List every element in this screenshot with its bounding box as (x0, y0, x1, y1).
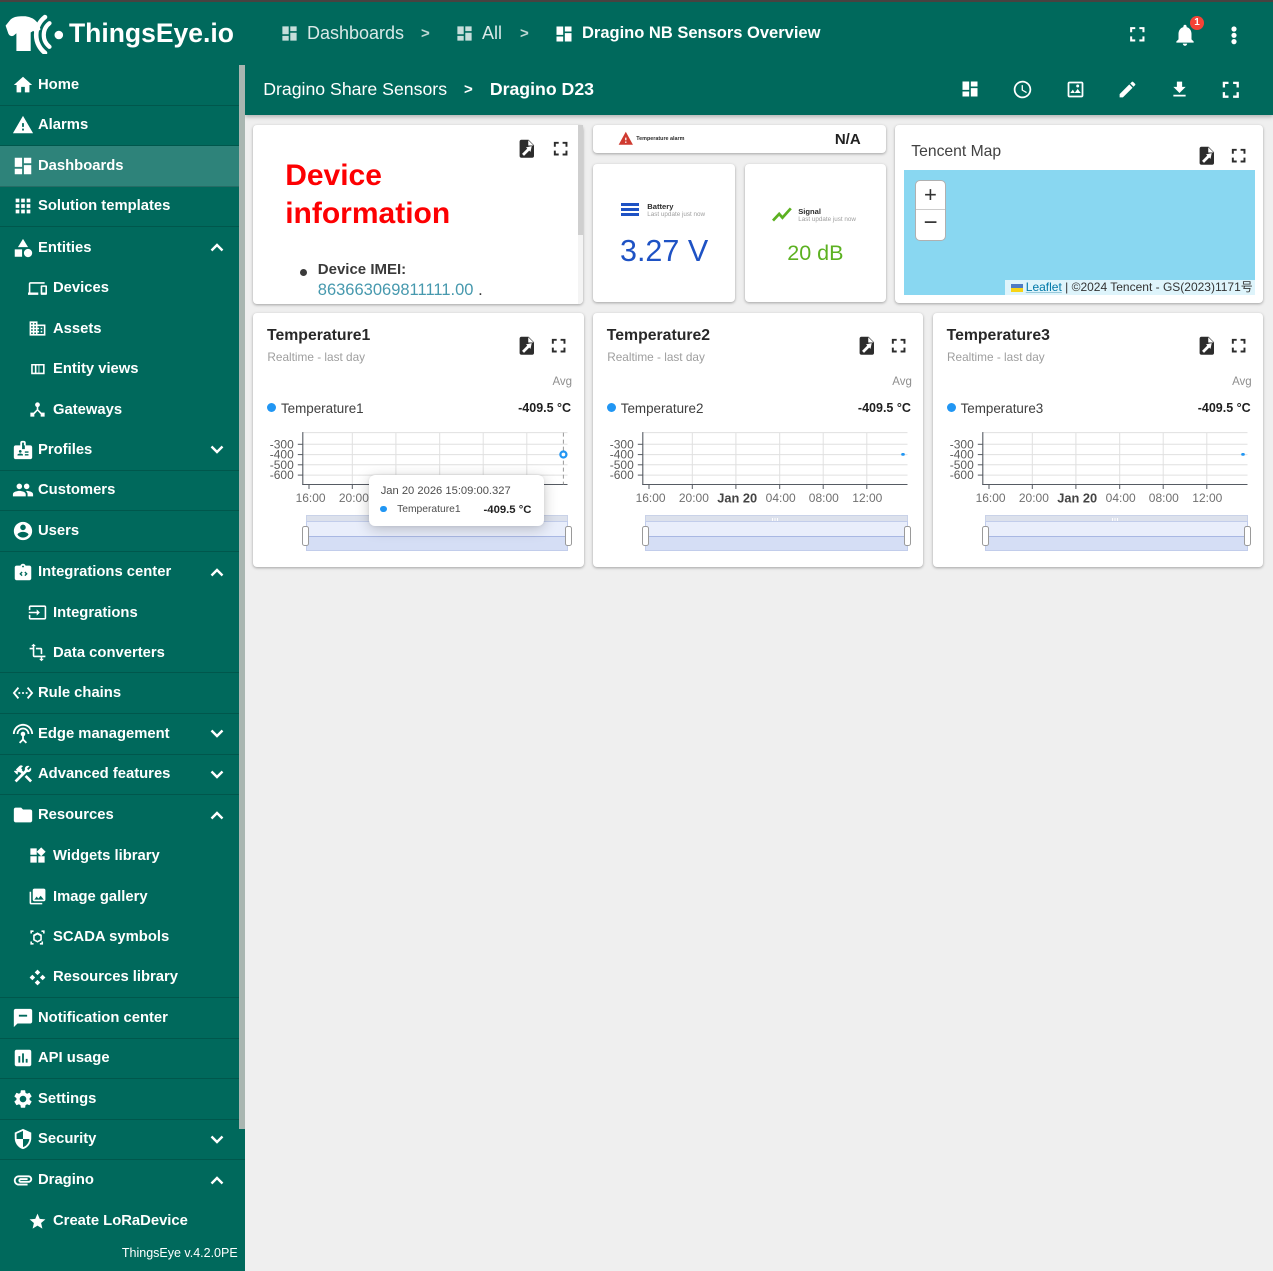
svg-text:-600: -600 (950, 468, 974, 482)
svg-text:04:00: 04:00 (1106, 491, 1136, 505)
svg-text:16:00: 16:00 (976, 491, 1006, 505)
svg-text:20:00: 20:00 (679, 491, 709, 505)
svg-text:20:00: 20:00 (1019, 491, 1049, 505)
svg-text:Jan 20: Jan 20 (717, 490, 757, 505)
svg-text:12:00: 12:00 (1192, 491, 1222, 505)
svg-text:16:00: 16:00 (636, 491, 666, 505)
svg-text:-600: -600 (270, 468, 294, 482)
svg-text:04:00: 04:00 (766, 491, 796, 505)
svg-text:-600: -600 (610, 468, 634, 482)
svg-text:20:00: 20:00 (339, 491, 369, 505)
svg-text:Jan 20: Jan 20 (1057, 490, 1097, 505)
svg-text:16:00: 16:00 (296, 491, 326, 505)
svg-text:08:00: 08:00 (1149, 491, 1179, 505)
svg-text:08:00: 08:00 (809, 491, 839, 505)
svg-text:12:00: 12:00 (852, 491, 882, 505)
